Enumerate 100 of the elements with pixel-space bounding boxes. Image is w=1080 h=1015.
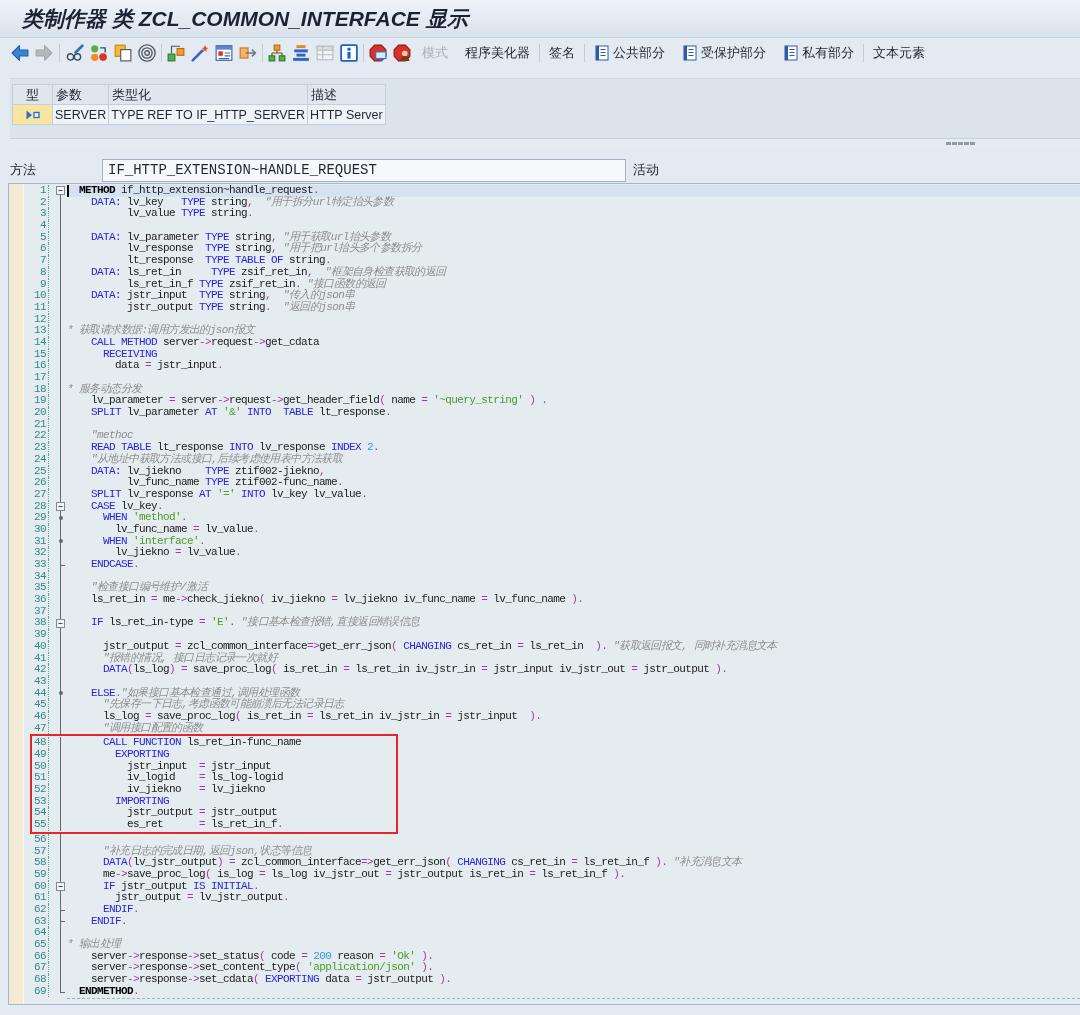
collapse-icon[interactable] <box>56 501 65 511</box>
code-line: lv_func_name TYPE ztif002-func_name. <box>127 476 344 489</box>
line-number: 8 <box>40 266 46 279</box>
hierarchy-icon[interactable] <box>268 43 286 62</box>
grip-dots-icon <box>946 142 975 145</box>
copy-icon[interactable] <box>114 43 132 62</box>
line-number: 28 <box>34 500 46 513</box>
code-line: lv_func_name = lv_value. <box>115 522 260 535</box>
code-editor[interactable] <box>8 183 1080 1005</box>
concentric-circles-icon[interactable] <box>138 43 156 62</box>
line-number: 64 <box>34 927 46 939</box>
code-line: me->save_proc_log( is_log = ls_log iv_jstr_out = jstr_output is_ret_in = ls_ret_in_f ). <box>103 867 626 880</box>
code-line: DATA: jstr_input TYPE string, "传入的json串 <box>91 289 355 302</box>
code-line: lv_response TYPE string, "用于把url抬头多个参数拆分 <box>127 242 422 255</box>
line-number: 59 <box>34 868 46 881</box>
window-form-icon[interactable] <box>215 43 233 62</box>
line-number: 33 <box>34 559 46 571</box>
line-number: 50 <box>34 760 46 773</box>
magic-wand-icon[interactable] <box>191 43 209 62</box>
line-number: 18 <box>34 383 46 396</box>
line-number: 4 <box>40 220 46 232</box>
left-arrow-icon[interactable] <box>11 43 29 62</box>
code-line: "补充日志的完成日期,返回json,状态等信息 <box>103 844 312 857</box>
code-line: "从地址中获取方法或接口,后续考虑使用表中方法获取 <box>91 452 343 465</box>
code-line: READ TABLE lt_response INTO lv_response INDEX 2. <box>91 441 380 454</box>
three-circles-icon[interactable] <box>90 43 108 62</box>
code-line: "先保存一下日志,考虑函数可能崩溃后无法记录日志 <box>103 698 344 711</box>
end-tick-icon <box>60 921 65 923</box>
code-line: ls_log = save_proc_log( is_ret_in = ls_ret_in iv_jstr_in = jstr_input ). <box>103 709 542 722</box>
glasses-pencil-icon[interactable] <box>66 43 84 62</box>
code-line: "报错的情况, 接口日志记录一次就好 <box>103 651 278 664</box>
stacked-bars-icon[interactable] <box>292 43 310 62</box>
table-cell: HTTP Server <box>308 105 386 125</box>
branch-dot-icon <box>58 691 63 696</box>
document-icon <box>783 44 799 61</box>
toolbar-button[interactable]: 文本元素 <box>873 41 925 64</box>
line-number: 35 <box>34 582 46 595</box>
code-line: server->response->set_cdata( EXPORTING data = jstr_output ). <box>91 973 452 986</box>
line-number: 23 <box>34 442 46 454</box>
line-number: 10 <box>34 290 46 302</box>
code-line: ENDMETHOD. <box>79 984 140 997</box>
status-text: 活动 <box>633 161 659 179</box>
code-line: jstr_output = jstr_output <box>127 806 278 819</box>
line-number: 65 <box>34 939 46 951</box>
branch-dot-icon <box>58 539 63 544</box>
line-number: 46 <box>34 710 46 723</box>
code-line: lv_jiekno = lv_value. <box>115 546 242 559</box>
stop-sign-monitor-icon[interactable] <box>369 43 387 62</box>
linked-squares-icon[interactable] <box>167 43 185 62</box>
code-line: ls_ret_in_f TYPE zsif_ret_in. "接口函数的返回 <box>127 277 386 290</box>
code-line: jstr_output = lv_jstr_output. <box>115 891 290 904</box>
code-line: * 获取请求数据:调用方发出的json报文 <box>67 324 255 337</box>
field-label: 方法 <box>10 161 37 179</box>
toolbar-button[interactable]: 公共部分 <box>594 41 665 64</box>
line-number: 43 <box>34 675 46 688</box>
line-number: 31 <box>34 535 46 548</box>
line-number: 66 <box>34 950 46 963</box>
line-number: 15 <box>34 348 46 361</box>
line-number: 5 <box>40 231 46 244</box>
end-tick-icon <box>60 991 65 993</box>
toolbar-button[interactable]: 私有部分 <box>783 41 854 64</box>
method-name-field[interactable]: IF_HTTP_EXTENSION~HANDLE_REQUEST <box>102 158 626 182</box>
toolbar-button[interactable]: 受保护部分 <box>682 41 766 64</box>
line-number: 67 <box>34 962 46 975</box>
collapse-icon[interactable] <box>56 186 65 196</box>
code-line: IF ls_ret_in-type = 'E'. "接口基本检查报错,直接返回错误信息 <box>91 616 420 629</box>
line-number: 48 <box>34 737 46 749</box>
line-number: 47 <box>34 722 46 735</box>
line-number: 24 <box>34 453 46 466</box>
line-number: 63 <box>34 915 46 928</box>
line-number: 14 <box>34 336 46 349</box>
line-number: 25 <box>34 465 46 478</box>
code-line: "检查接口编号维护/激活 <box>91 581 208 594</box>
stop-sign-person-icon[interactable] <box>393 43 411 62</box>
line-number: 13 <box>34 325 46 337</box>
column-header: 描述 <box>308 85 386 105</box>
line-number: 19 <box>34 395 46 408</box>
collapse-icon[interactable] <box>56 881 65 891</box>
line-number: 21 <box>34 418 46 431</box>
toolbar-button[interactable]: 程序美化器 <box>465 41 530 64</box>
line-number: 69 <box>34 985 46 998</box>
line-number: 36 <box>34 594 46 606</box>
line-number: 41 <box>34 652 46 665</box>
code-line: DATA: lv_jiekno TYPE ztif002-jiekno, <box>91 464 326 477</box>
branch-dot-icon <box>58 516 63 521</box>
info-icon[interactable] <box>340 43 358 62</box>
line-number: 3 <box>40 208 46 221</box>
line-number: 57 <box>34 845 46 858</box>
code-line: lv_value TYPE string. <box>127 207 254 220</box>
text-cursor <box>67 185 69 197</box>
collapse-icon[interactable] <box>56 618 65 628</box>
end-tick-icon <box>60 909 65 911</box>
code-line: jstr_input = jstr_input <box>127 759 272 772</box>
code-line: "调用接口配置的函数 <box>103 721 203 734</box>
code-line: METHOD if_http_extension~handle_request. <box>79 184 320 196</box>
line-number: 37 <box>34 605 46 618</box>
table-cell: TYPE REF TO IF_HTTP_SERVER <box>109 105 308 125</box>
toolbar-button[interactable]: 签名 <box>549 41 575 64</box>
line-number: 26 <box>34 477 46 489</box>
line-number: 62 <box>34 903 46 916</box>
